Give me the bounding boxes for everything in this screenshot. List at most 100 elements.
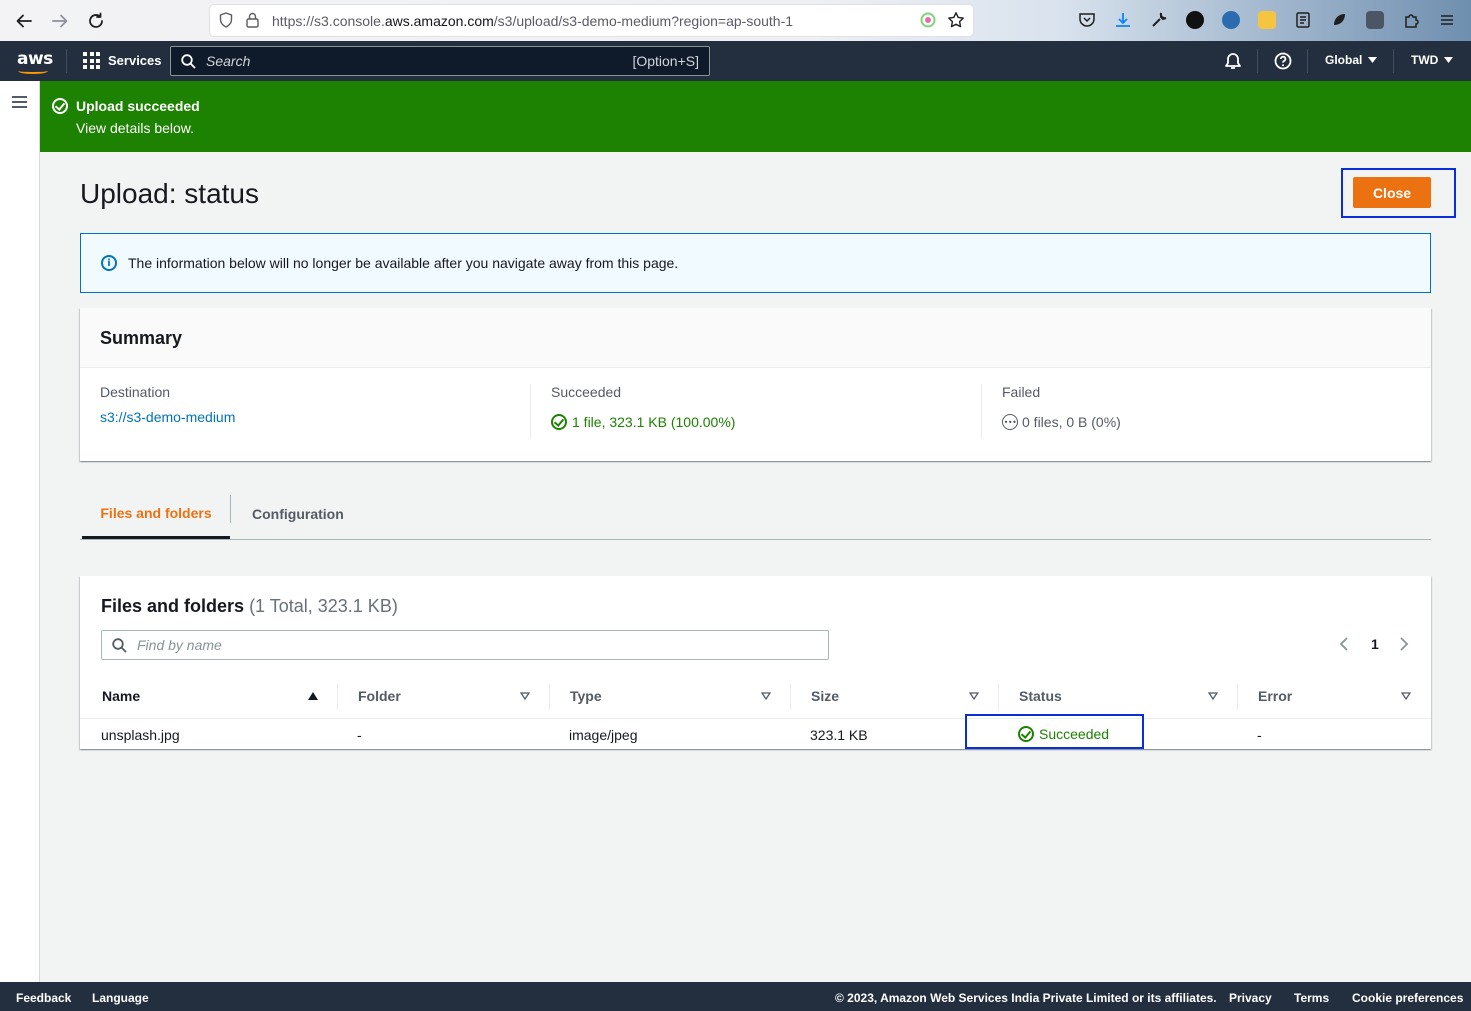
nav-divider [66,49,67,73]
feedback-link[interactable]: Feedback [16,991,71,1005]
services-menu-button[interactable]: Services [83,52,162,69]
sort-caret-icon[interactable] [1401,692,1411,700]
files-count: (1 Total, 323.1 KB) [249,596,398,616]
tab-configuration[interactable]: Configuration [252,489,344,539]
nav-divider [1307,49,1308,73]
tab-files-and-folders[interactable]: Files and folders [82,489,230,539]
success-check-icon [1018,726,1034,742]
sort-caret-icon[interactable] [520,692,530,700]
cookie-preferences-link[interactable]: Cookie preferences [1352,991,1463,1005]
nav-divider [1257,49,1258,73]
search-icon [112,637,127,653]
sort-caret-icon[interactable] [761,692,771,700]
column-divider [549,684,550,710]
column-divider [998,684,999,710]
column-divider [981,384,982,439]
column-divider [530,384,531,439]
menu-icon[interactable] [1438,11,1456,29]
terms-link[interactable]: Terms [1294,991,1329,1005]
previous-page-chevron-icon[interactable] [1339,636,1349,652]
privacy-link[interactable]: Privacy [1229,991,1272,1005]
success-check-icon [52,98,68,114]
notes-icon[interactable] [1294,11,1312,29]
column-header-error[interactable]: Error [1258,688,1292,704]
grid-icon [83,52,100,69]
file-status-cell: Succeeded [1018,726,1109,742]
back-arrow-icon[interactable] [12,9,36,33]
summary-container: Summary Destination s3://s3-demo-medium … [80,308,1431,461]
column-header-size[interactable]: Size [811,688,839,704]
pocket-icon[interactable] [1078,11,1096,29]
info-icon: i [101,255,117,271]
info-alert-text: The information below will no longer be … [128,255,679,271]
files-title-text: Files and folders [101,596,245,616]
twd-extension-icon[interactable] [1186,11,1204,29]
language-link[interactable]: Language [92,991,149,1005]
extension-icon[interactable] [920,12,936,28]
wrench-icon[interactable] [1150,11,1168,29]
table-header-divider [80,718,1431,719]
tab-divider [230,495,231,523]
column-header-type[interactable]: Type [570,688,602,704]
summary-header: Summary [80,308,1431,368]
sort-caret-icon[interactable] [969,692,979,700]
region-label: Global [1325,53,1363,67]
url-text[interactable]: https://s3.console.aws.amazon.com/s3/upl… [272,13,793,29]
aws-logo-smile [18,68,48,74]
file-type-cell: image/jpeg [569,727,638,743]
caret-down-icon [1368,56,1378,64]
account-menu[interactable]: TWD [1411,53,1454,67]
tab-list: Files and folders Configuration [80,489,1431,540]
address-bar[interactable]: https://s3.console.aws.amazon.com/s3/upl… [210,5,973,36]
side-navigation-rail [0,81,40,982]
forward-arrow-icon[interactable] [48,9,72,33]
succeeded-column: Succeeded 1 file, 323.1 KB (100.00%) [551,384,981,442]
search-shortcut: [Option+S] [632,53,699,69]
sort-caret-icon[interactable] [1208,692,1218,700]
help-icon[interactable] [1274,52,1292,70]
browser-toolbar: https://s3.console.aws.amazon.com/s3/upl… [0,0,1471,41]
global-search-input[interactable]: Search [Option+S] [170,46,710,76]
page-number[interactable]: 1 [1371,636,1379,652]
success-check-icon [551,414,567,430]
column-header-status[interactable]: Status [1019,688,1062,704]
find-placeholder: Find by name [137,637,222,653]
puzzle-icon[interactable] [1402,11,1420,29]
column-divider [790,684,791,710]
succeeded-value: 1 file, 323.1 KB (100.00%) [572,414,736,430]
page-title: Upload: status [80,178,259,209]
destination-link[interactable]: s3://s3-demo-medium [100,409,235,425]
column-divider [337,684,338,710]
leaf-extension-icon[interactable] [1330,11,1348,29]
column-header-folder[interactable]: Folder [358,688,401,704]
file-size-cell: 323.1 KB [810,727,868,743]
lock-icon[interactable] [246,12,259,28]
destination-label: Destination [100,384,171,400]
bookmark-star-icon[interactable] [947,11,965,29]
next-page-chevron-icon[interactable] [1399,636,1409,652]
notifications-bell-icon[interactable] [1224,52,1242,70]
summary-title: Summary [100,328,183,348]
gear-extension-icon[interactable] [1366,11,1384,29]
close-button[interactable]: Close [1353,177,1431,208]
screen-extension-icon[interactable] [1258,11,1276,29]
flash-title: Upload succeeded [76,98,200,114]
download-icon[interactable] [1114,11,1132,29]
sort-ascending-icon[interactable] [308,692,318,700]
region-selector[interactable]: Global [1325,53,1378,67]
files-table-container: Files and folders (1 Total, 323.1 KB) Fi… [80,576,1431,749]
caret-down-icon [1444,56,1454,64]
copyright-text: © 2023, Amazon Web Services India Privat… [835,991,1217,1005]
hamburger-menu-icon[interactable] [12,96,27,108]
file-folder-cell: - [357,727,362,743]
account-label: TWD [1411,53,1439,67]
flash-message: View details below. [76,120,195,136]
globe-extension-icon[interactable] [1222,11,1240,29]
shield-icon[interactable] [219,12,233,28]
file-name-link[interactable]: unsplash.jpg [101,727,180,743]
find-by-name-input[interactable]: Find by name [101,630,829,660]
reload-icon[interactable] [84,9,108,33]
failed-label: Failed [1002,384,1041,400]
aws-logo[interactable]: aws [17,49,53,69]
column-header-name[interactable]: Name [102,688,140,704]
